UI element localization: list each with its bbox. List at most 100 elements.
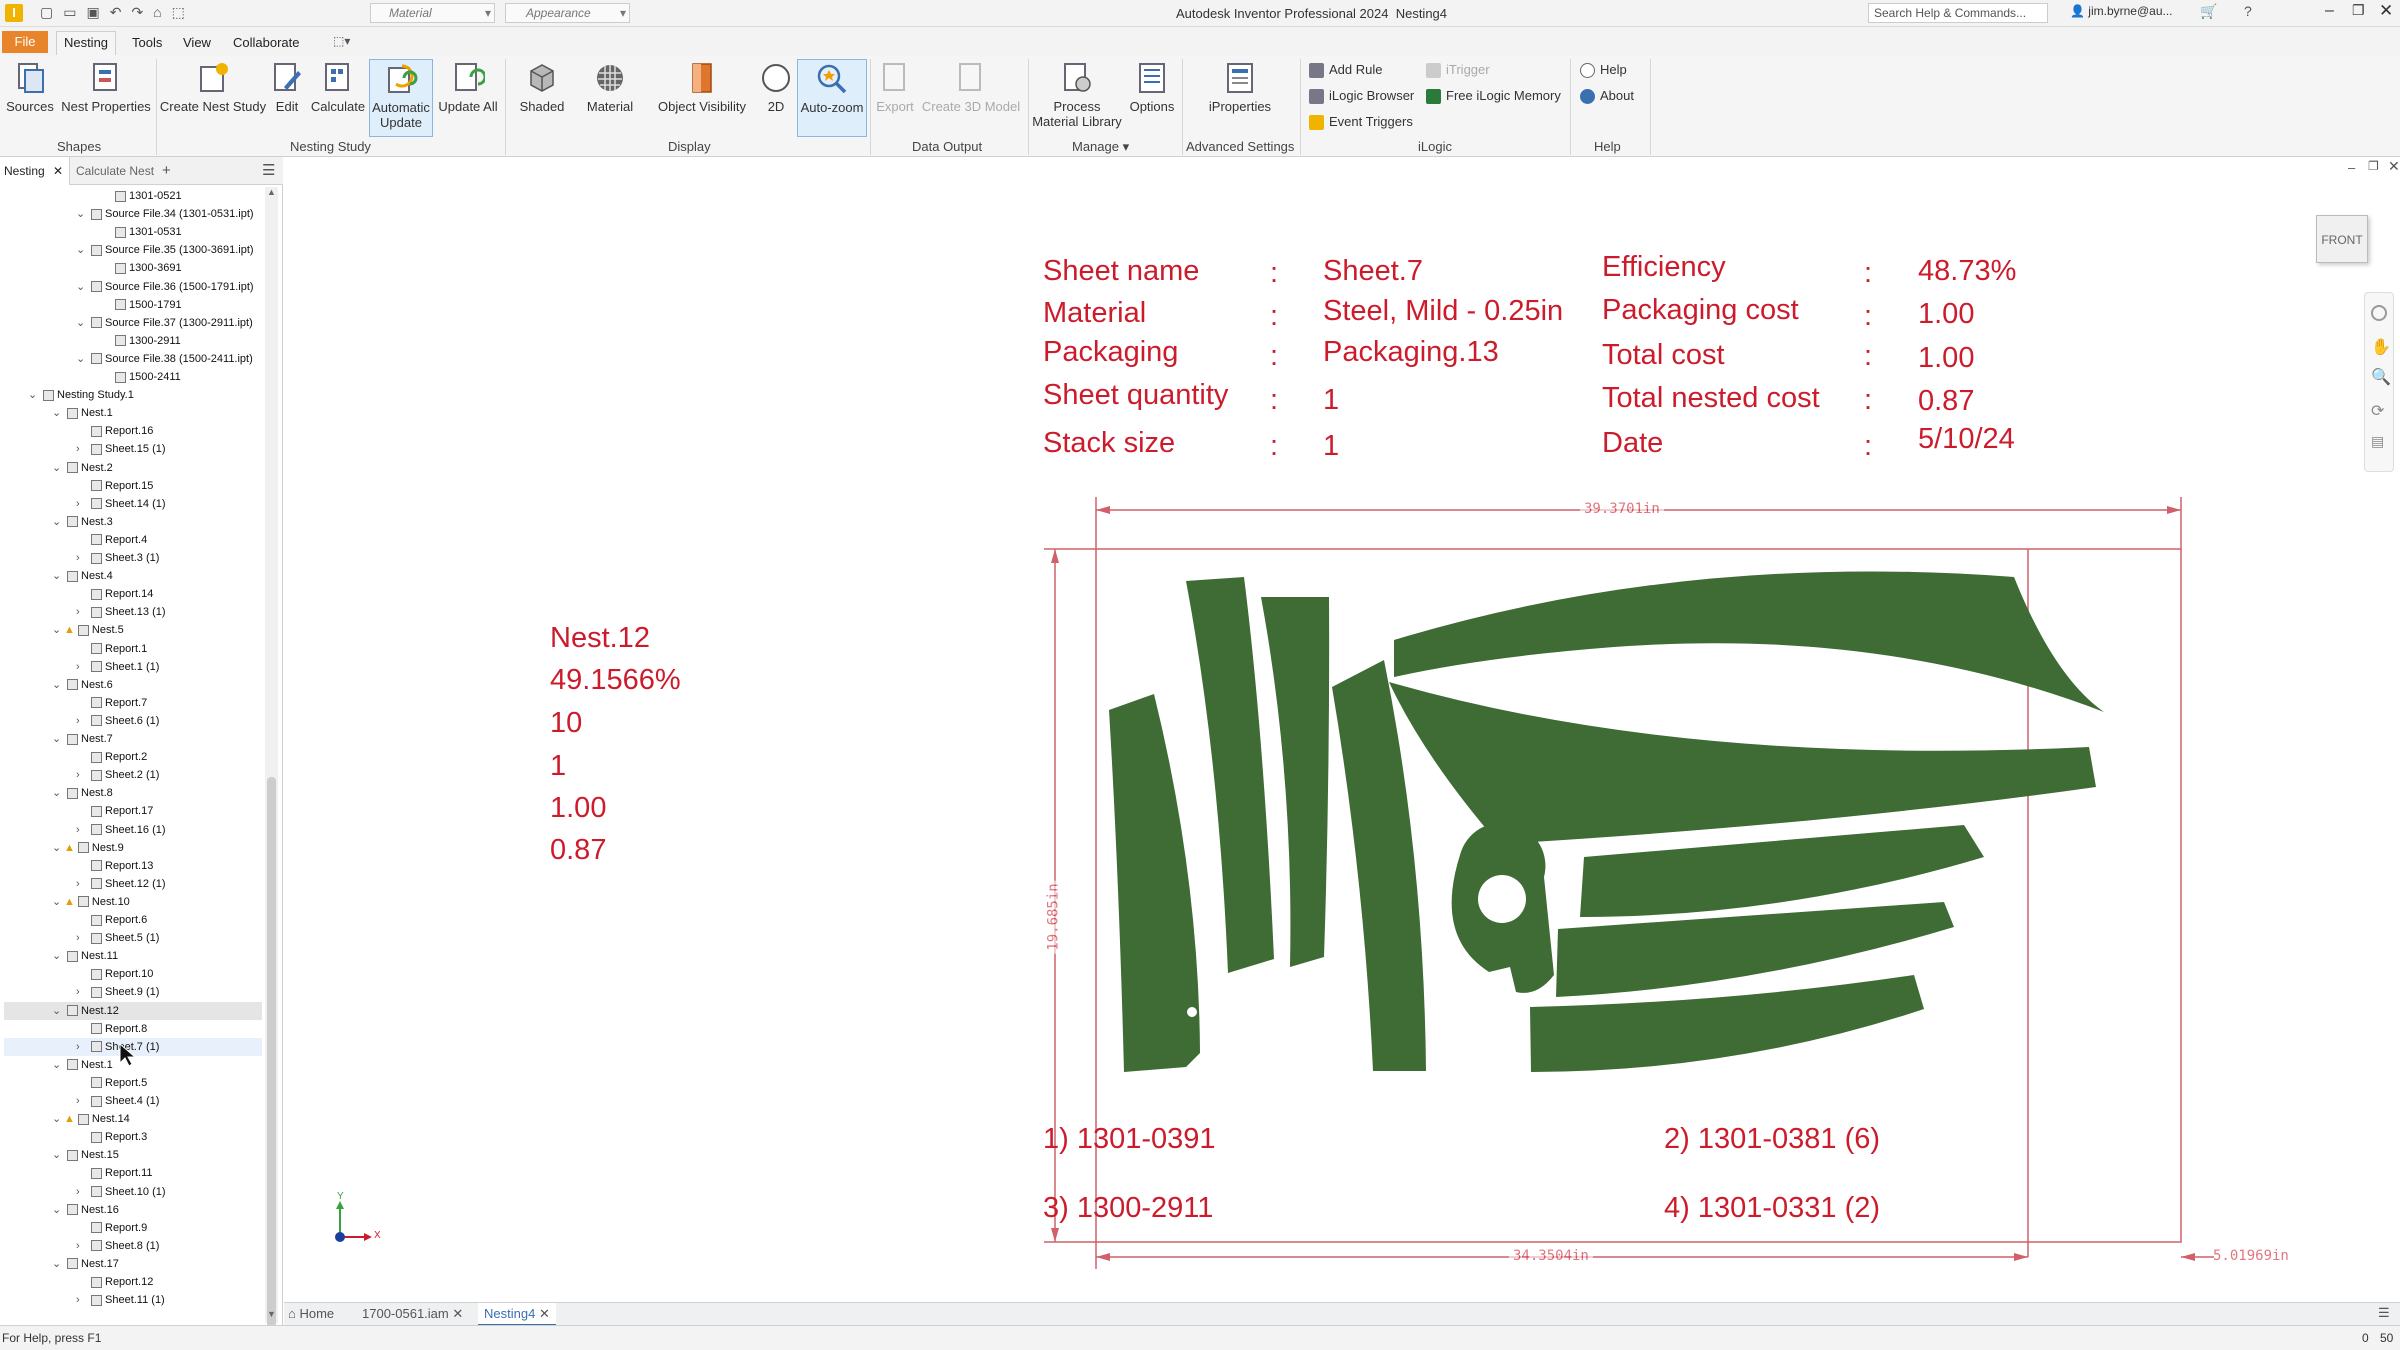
chevron-right-icon[interactable]: › bbox=[76, 821, 88, 839]
chevron-down-icon[interactable]: ⌄ bbox=[52, 730, 64, 748]
nest-properties-button[interactable]: Nest Properties bbox=[58, 59, 154, 137]
tree-item[interactable]: › Sheet.10 (1) bbox=[4, 1183, 262, 1201]
create-nest-study-button[interactable]: Create Nest Study bbox=[158, 59, 268, 137]
chevron-right-icon[interactable]: › bbox=[76, 766, 88, 784]
chevron-down-icon[interactable]: ⌄ bbox=[76, 350, 88, 368]
tree-item[interactable]: 1301-0531 bbox=[4, 223, 262, 241]
tree-item[interactable]: ⌄ Nest.7 bbox=[4, 730, 262, 748]
tree-item[interactable]: Report.7 bbox=[4, 694, 262, 712]
scroll-up-icon[interactable]: ▲ bbox=[267, 187, 276, 197]
chevron-down-icon[interactable]: ⌄ bbox=[76, 241, 88, 259]
chevron-down-icon[interactable]: ⌄ bbox=[52, 676, 64, 694]
tree-item[interactable]: › Sheet.15 (1) bbox=[4, 440, 262, 458]
panel-label-manage[interactable]: Manage ▾ bbox=[1072, 139, 1129, 155]
tab-nesting[interactable]: Nesting bbox=[56, 31, 116, 55]
tab-collaborate[interactable]: Collaborate bbox=[233, 35, 300, 50]
tree-item[interactable]: Report.9 bbox=[4, 1219, 262, 1237]
tree-item[interactable]: Report.12 bbox=[4, 1273, 262, 1291]
close-button[interactable]: ✕ bbox=[2379, 1, 2393, 21]
iproperties-button[interactable]: iProperties bbox=[1186, 59, 1294, 137]
tree-item[interactable]: ⌄ Nest.1 bbox=[4, 404, 262, 422]
tree-item[interactable]: › Sheet.4 (1) bbox=[4, 1092, 262, 1110]
scroll-down-icon[interactable]: ▼ bbox=[267, 1309, 276, 1319]
chevron-right-icon[interactable]: › bbox=[76, 495, 88, 513]
tree-item[interactable]: › Sheet.1 (1) bbox=[4, 658, 262, 676]
close-icon[interactable]: ✕ bbox=[539, 1306, 550, 1321]
browser-scroll-thumb[interactable] bbox=[267, 777, 276, 1337]
tree-item[interactable]: › Sheet.2 (1) bbox=[4, 766, 262, 784]
tree-item[interactable]: 1500-1791 bbox=[4, 296, 262, 314]
tree-item[interactable]: ⌄ Nest.15 bbox=[4, 1146, 262, 1164]
tree-item[interactable]: Report.3 bbox=[4, 1128, 262, 1146]
help-button[interactable]: Help bbox=[1578, 59, 1627, 81]
update-all-button[interactable]: Update All bbox=[436, 59, 500, 137]
doc-tab-assembly[interactable]: 1700-0561.iam ✕ bbox=[362, 1306, 463, 1322]
about-button[interactable]: About bbox=[1578, 85, 1634, 107]
chevron-down-icon[interactable]: ⌄ bbox=[52, 893, 64, 911]
material-button[interactable]: Material bbox=[578, 59, 642, 137]
tree-item[interactable]: › Sheet.3 (1) bbox=[4, 549, 262, 567]
select-icon[interactable]: ⬚ bbox=[172, 4, 195, 20]
minimize-button[interactable]: – bbox=[2325, 2, 2334, 20]
chevron-right-icon[interactable]: › bbox=[76, 549, 88, 567]
tree-item[interactable]: Report.10 bbox=[4, 965, 262, 983]
chevron-right-icon[interactable]: › bbox=[76, 983, 88, 1001]
chevron-down-icon[interactable]: ⌄ bbox=[52, 567, 64, 585]
tree-item[interactable]: › Sheet.6 (1) bbox=[4, 712, 262, 730]
browser-tab-nesting[interactable]: Nesting ✕ bbox=[0, 157, 70, 185]
tree-item[interactable]: Report.17 bbox=[4, 802, 262, 820]
tab-list-menu-icon[interactable]: ☰ bbox=[2378, 1305, 2390, 1321]
sources-button[interactable]: Sources bbox=[4, 59, 56, 137]
chevron-right-icon[interactable]: › bbox=[76, 1183, 88, 1201]
doc-tab-home[interactable]: ⌂ Home bbox=[288, 1306, 334, 1321]
tree-item[interactable]: ⌄ Source File.34 (1301-0531.ipt) bbox=[4, 205, 262, 223]
tree-item[interactable]: ⌄ ▲ Nest.5 bbox=[4, 621, 262, 639]
chevron-right-icon[interactable]: › bbox=[76, 1291, 88, 1309]
chevron-down-icon[interactable]: ⌄ bbox=[76, 278, 88, 296]
tree-item[interactable]: Report.2 bbox=[4, 748, 262, 766]
edit-button[interactable]: Edit bbox=[268, 59, 306, 137]
chevron-right-icon[interactable]: › bbox=[76, 1038, 88, 1056]
chevron-right-icon[interactable]: › bbox=[76, 929, 88, 947]
tree-item[interactable]: › Sheet.16 (1) bbox=[4, 821, 262, 839]
chevron-right-icon[interactable]: › bbox=[76, 712, 88, 730]
free-ilogic-memory-button[interactable]: Free iLogic Memory bbox=[1424, 85, 1561, 107]
itrigger-button[interactable]: iTrigger bbox=[1424, 59, 1490, 81]
chevron-right-icon[interactable]: › bbox=[76, 1092, 88, 1110]
tree-item[interactable]: ⌄ Source File.35 (1300-3691.ipt) bbox=[4, 241, 262, 259]
material-dropdown[interactable]: Material ▾ bbox=[370, 3, 495, 23]
tree-item[interactable]: ⌄ Nest.3 bbox=[4, 513, 262, 531]
tree-item[interactable]: ⌄ Source File.36 (1500-1791.ipt) bbox=[4, 278, 262, 296]
doc-tab-nesting4[interactable]: Nesting4 ✕ bbox=[478, 1303, 556, 1326]
chevron-down-icon[interactable]: ⌄ bbox=[76, 205, 88, 223]
tree-item[interactable]: › Sheet.11 (1) bbox=[4, 1291, 262, 1309]
chevron-right-icon[interactable]: › bbox=[76, 658, 88, 676]
create-3d-model-button[interactable]: Create 3D Model bbox=[918, 59, 1024, 137]
tree-item[interactable]: › Sheet.14 (1) bbox=[4, 495, 262, 513]
tree-item[interactable]: ⌄ Nest.11 bbox=[4, 947, 262, 965]
automatic-update-button[interactable]: Automatic Update bbox=[369, 59, 433, 137]
tab-tools[interactable]: Tools bbox=[132, 35, 162, 50]
cart-icon[interactable]: 🛒 bbox=[2200, 3, 2217, 20]
tree-item[interactable]: ⌄ Nest.12 bbox=[4, 1001, 262, 1020]
chevron-down-icon[interactable]: ⌄ bbox=[52, 947, 64, 965]
close-icon[interactable]: ✕ bbox=[53, 157, 63, 185]
tree-item[interactable]: 1300-2911 bbox=[4, 332, 262, 350]
tree-item[interactable]: Report.16 bbox=[4, 422, 262, 440]
tree-item[interactable]: Report.15 bbox=[4, 477, 262, 495]
chevron-right-icon[interactable]: › bbox=[76, 603, 88, 621]
chevron-down-icon[interactable]: ⌄ bbox=[52, 404, 64, 422]
chevron-down-icon[interactable]: ⌄ bbox=[52, 1056, 64, 1074]
save-icon[interactable]: ▣ bbox=[86, 4, 109, 20]
tree-item[interactable]: ⌄ Nest.2 bbox=[4, 459, 262, 477]
chevron-right-icon[interactable]: › bbox=[76, 440, 88, 458]
chevron-down-icon[interactable]: ⌄ bbox=[76, 314, 88, 332]
tree-item[interactable]: ⌄ Nesting Study.1 bbox=[4, 386, 262, 404]
chevron-down-icon[interactable]: ⌄ bbox=[28, 386, 40, 404]
chevron-down-icon[interactable]: ⌄ bbox=[52, 513, 64, 531]
tree-item[interactable]: Report.11 bbox=[4, 1164, 262, 1182]
browser-menu-icon[interactable]: ☰ bbox=[262, 161, 275, 179]
tree-item[interactable]: Report.14 bbox=[4, 585, 262, 603]
appearance-dropdown[interactable]: Appearance ▾ bbox=[505, 3, 630, 23]
open-icon[interactable]: ▭ bbox=[63, 4, 86, 20]
